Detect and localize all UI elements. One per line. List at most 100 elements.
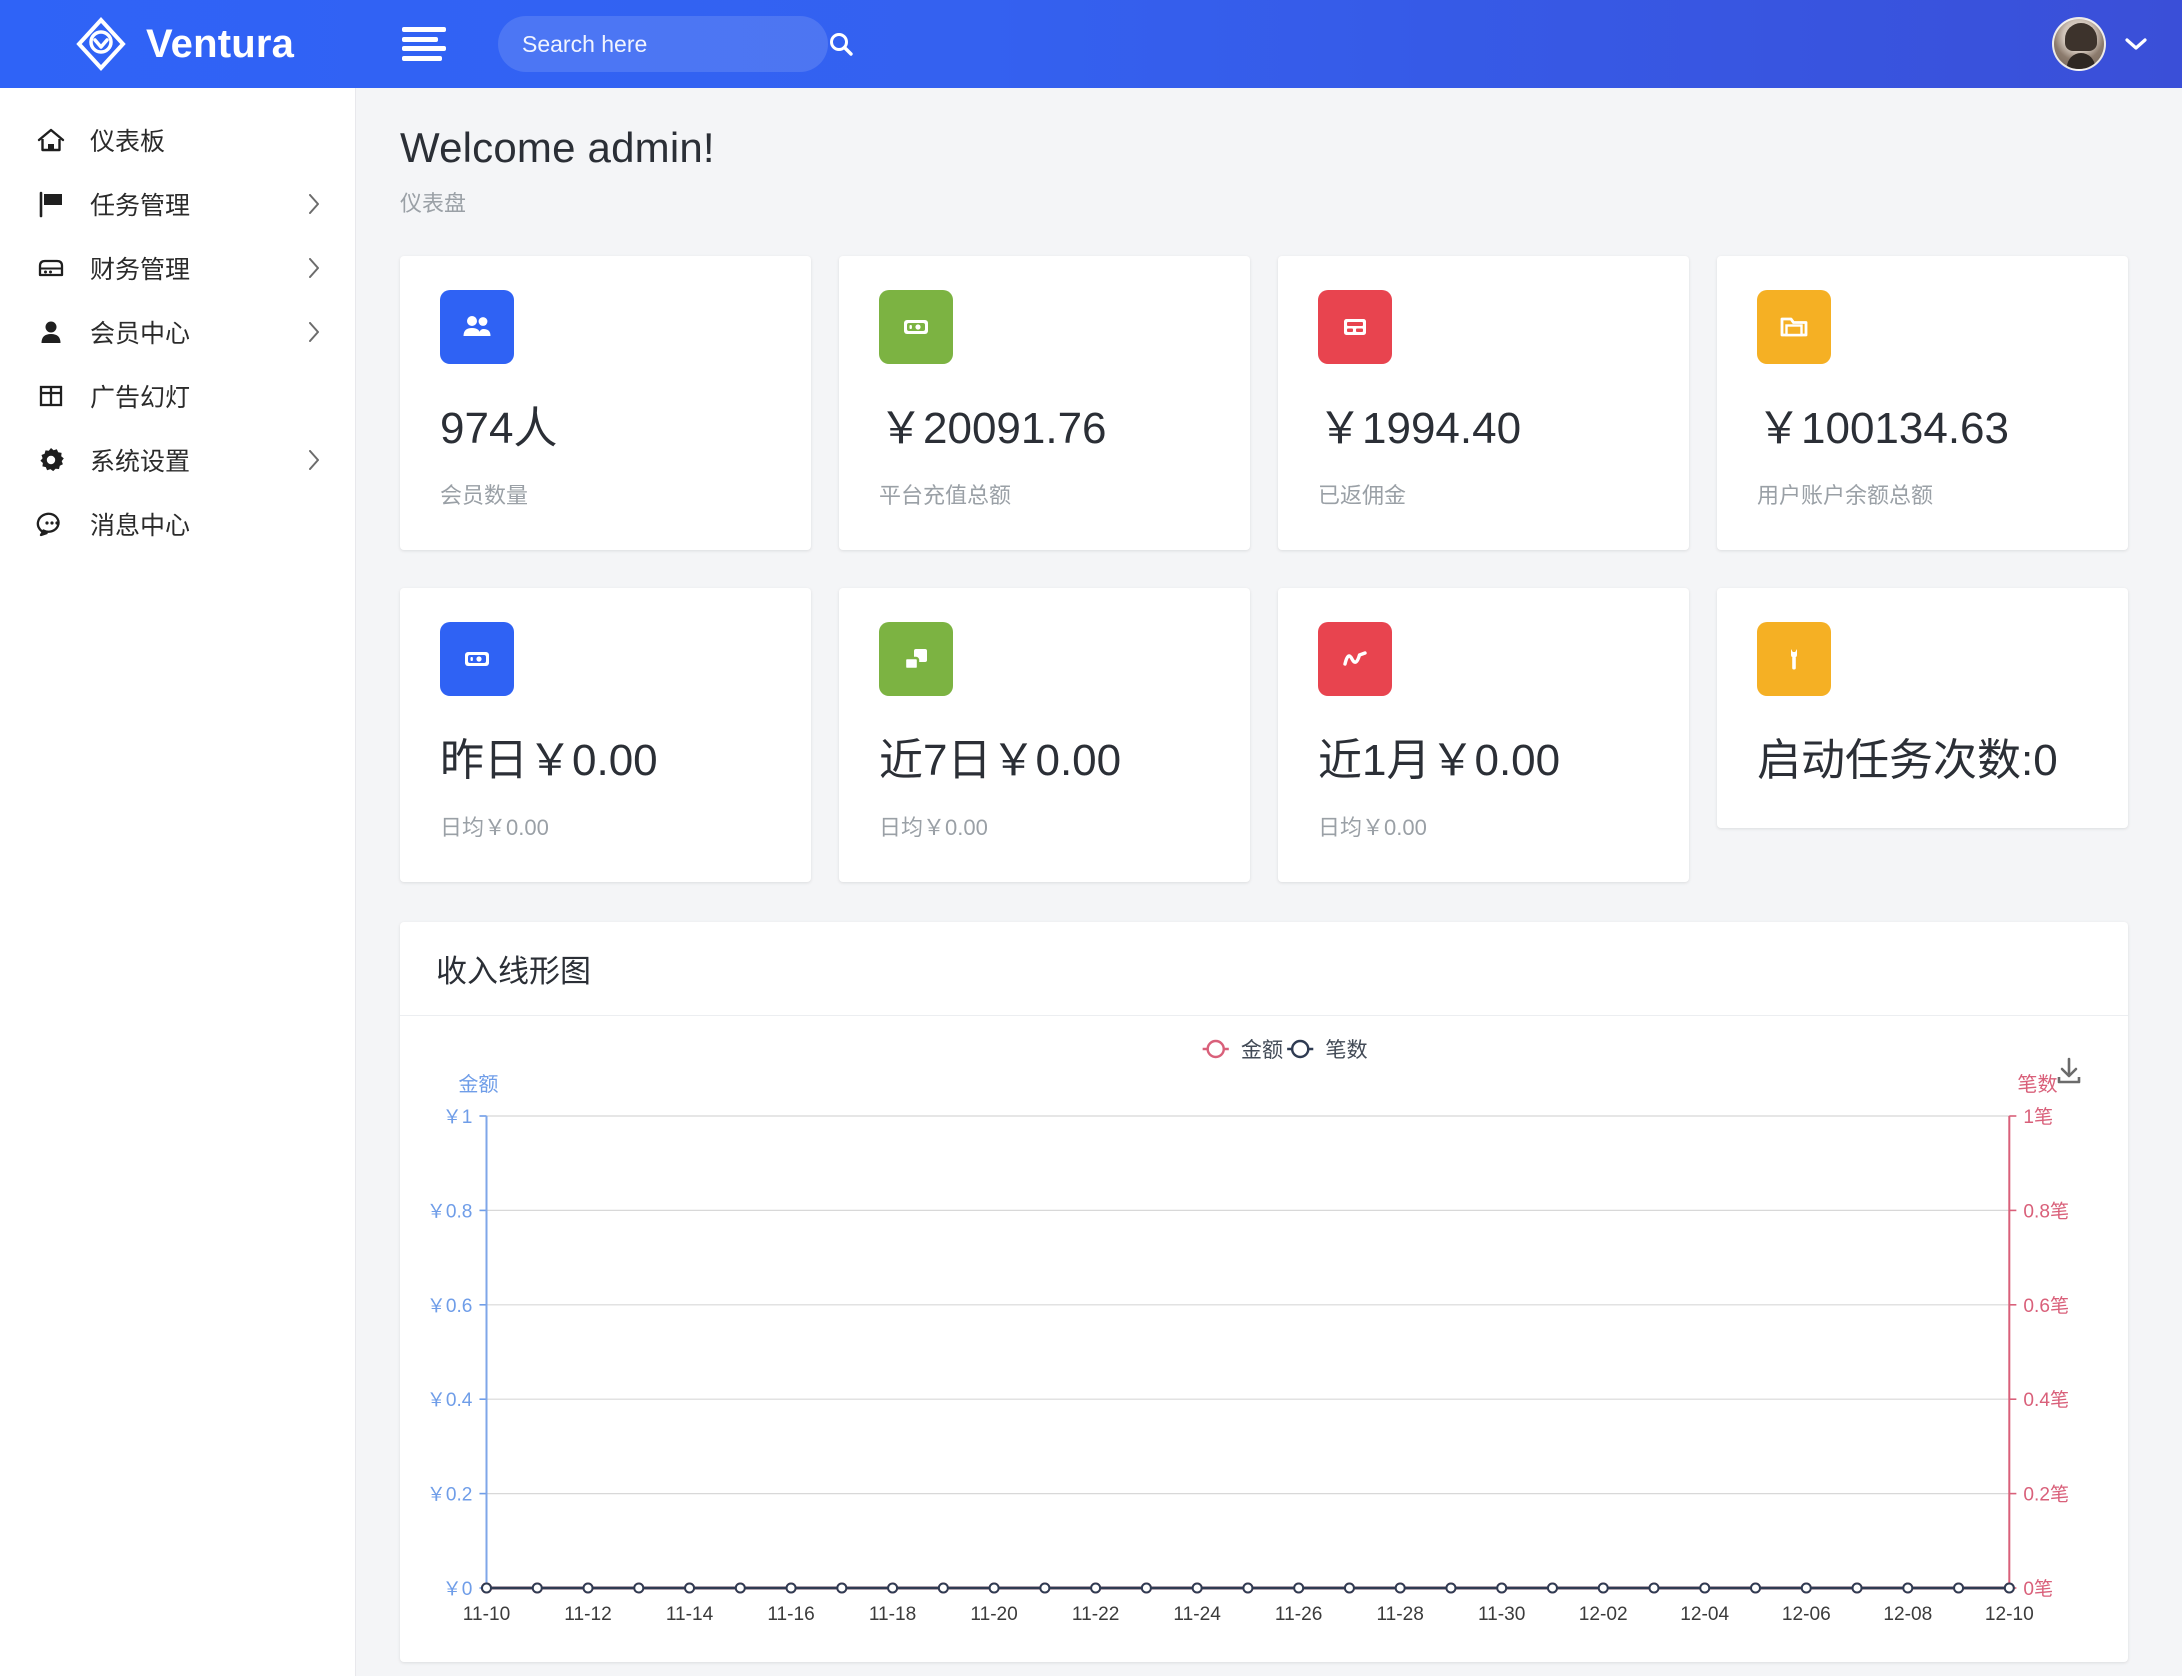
svg-text:11-16: 11-16 [767, 1604, 814, 1625]
stat-value: ￥20091.76 [879, 404, 1107, 453]
sidebar-item-label: 任务管理 [90, 192, 191, 220]
banknote-icon [904, 320, 928, 334]
stat-label: 日均￥0.00 [1318, 815, 1427, 840]
stat-card-yesterday-income[interactable]: 昨日￥0.00 日均￥0.00 [400, 588, 811, 882]
svg-text:11-28: 11-28 [1376, 1604, 1423, 1625]
svg-text:11-12: 11-12 [564, 1604, 611, 1625]
flag-icon [34, 187, 68, 221]
stat-card-user-balance-total[interactable]: ￥100134.63 用户账户余额总额 [1717, 256, 2128, 550]
stat-card-last-7-days-income[interactable]: 近7日￥0.00 日均￥0.00 [839, 588, 1250, 882]
svg-text:12-08: 12-08 [1883, 1604, 1932, 1625]
header-user-menu[interactable] [2052, 17, 2182, 71]
wrench-icon-tile [1757, 622, 1831, 696]
stat-value: 近7日￥0.00 [879, 736, 1122, 785]
sidebar-item-label: 财务管理 [90, 256, 191, 284]
stat-card-task-launch-count[interactable]: 启动任务次数:0 [1717, 588, 2128, 828]
svg-text:0.8笔: 0.8笔 [2023, 1200, 2069, 1222]
chart-series-layer [480, 1582, 2015, 1594]
stat-value: ￥1994.40 [1318, 404, 1522, 453]
svg-text:11-24: 11-24 [1173, 1604, 1221, 1625]
svg-text:11-18: 11-18 [869, 1604, 916, 1625]
svg-text:0.4笔: 0.4笔 [2023, 1389, 2069, 1411]
trend-icon-tile [1318, 622, 1392, 696]
sidebar-item-label: 消息中心 [90, 512, 191, 540]
brand-name: Ventura [146, 21, 295, 66]
search-input[interactable] [522, 30, 818, 58]
sidebar-item-member-center[interactable]: 会员中心 [0, 300, 355, 364]
stat-card-last-month-income[interactable]: 近1月￥0.00 日均￥0.00 [1278, 588, 1689, 882]
svg-text:笔数: 笔数 [1325, 1038, 1367, 1062]
chevron-right-icon[interactable] [307, 257, 321, 279]
user-icon [34, 315, 68, 349]
svg-text:0.2笔: 0.2笔 [2023, 1484, 2069, 1506]
calculator-icon [1344, 319, 1366, 335]
svg-text:12-02: 12-02 [1579, 1604, 1628, 1625]
svg-text:11-20: 11-20 [970, 1604, 1017, 1625]
users-icon-tile [440, 290, 514, 364]
top-header: Ventura [0, 0, 2182, 88]
svg-text:金额: 金额 [1241, 1038, 1283, 1062]
chart-body: 金额 笔数 金额 笔数 ￥0 ￥0.2 ￥0.4 ￥0.6 ￥0.8 ￥1 0笔 0.2笔 0… [400, 1016, 2128, 1660]
layers-icon-tile [879, 622, 953, 696]
svg-text:12-04: 12-04 [1680, 1604, 1729, 1625]
sidebar-item-dashboard[interactable]: 仪表板 [0, 108, 355, 172]
chart-legend[interactable]: 金额 笔数 [1202, 1038, 1368, 1062]
sidebar-item-system-settings[interactable]: 系统设置 [0, 428, 355, 492]
stat-card-platform-recharge-total[interactable]: ￥20091.76 平台充值总额 [839, 256, 1250, 550]
svg-text:11-30: 11-30 [1478, 1604, 1525, 1625]
chevron-right-icon[interactable] [307, 321, 321, 343]
search-box[interactable] [498, 16, 853, 72]
svg-text:11-22: 11-22 [1072, 1604, 1119, 1625]
sidebar-item-message-center[interactable]: 消息中心 [0, 492, 355, 556]
brand-area[interactable]: Ventura [0, 0, 356, 88]
stat-card-row-2: 昨日￥0.00 日均￥0.00 近7日￥0.00 日均￥0.00 近1月￥0.0… [400, 588, 2128, 882]
svg-text:12-10: 12-10 [1985, 1604, 2034, 1625]
users-icon [463, 316, 491, 336]
wrench-icon [1791, 649, 1797, 670]
svg-text:11-10: 11-10 [463, 1604, 510, 1625]
income-line-chart-panel: 收入线形图 金额 笔数 金额 笔数 ￥0 ￥0.2 ￥0.4 ￥0.6 ￥0.8… [400, 922, 2128, 1662]
svg-text:￥1: ￥1 [443, 1107, 473, 1128]
app-root: Ventura Search here 仪表板 任务管理 财务管理 会员中心 广… [0, 0, 2182, 1676]
calculator-icon-tile [1318, 290, 1392, 364]
stat-label: 平台充值总额 [879, 483, 1012, 508]
banknote-icon-tile [879, 290, 953, 364]
stat-value: ￥100134.63 [1757, 404, 2009, 453]
svg-text:12-06: 12-06 [1782, 1604, 1831, 1625]
stat-label: 日均￥0.00 [440, 815, 549, 840]
sidebar-item-label: 系统设置 [90, 448, 191, 476]
stat-card-member-count[interactable]: 974人 会员数量 [400, 256, 811, 550]
sidebar-item-label: 仪表板 [90, 128, 166, 156]
banknote-icon-tile [440, 622, 514, 696]
menu-toggle-button[interactable] [402, 27, 446, 61]
stat-label: 用户账户余额总额 [1757, 483, 1934, 508]
trend-icon [1343, 651, 1367, 666]
stat-card-commission-returned[interactable]: ￥1994.40 已返佣金 [1278, 256, 1689, 550]
svg-text:0.6笔: 0.6笔 [2023, 1295, 2069, 1317]
sidebar-item-task-management[interactable]: 任务管理 [0, 172, 355, 236]
page-title: Welcome admin! [400, 124, 715, 171]
chart-gridlines [486, 1115, 2010, 1495]
stat-value: 974人 [440, 404, 558, 453]
svg-text:￥0: ￥0 [443, 1579, 473, 1600]
folder-icon [1780, 317, 1808, 337]
avatar[interactable] [2052, 17, 2106, 71]
chevron-right-icon[interactable] [307, 449, 321, 471]
download-icon[interactable] [2052, 1054, 2086, 1088]
chart-title: 收入线形图 [436, 954, 591, 989]
chevron-down-icon[interactable] [2124, 36, 2148, 52]
chevron-right-icon[interactable] [307, 193, 321, 215]
chat-icon [34, 507, 68, 541]
gear-icon [34, 443, 68, 477]
home-icon [34, 123, 68, 157]
left-axis-name: 金额 [458, 1073, 498, 1096]
income-line-chart[interactable]: 金额 笔数 金额 笔数 ￥0￥0.2￥0.4￥0.6￥0.8￥1 0笔0.2笔0… [400, 1016, 2128, 1660]
search-icon[interactable] [828, 31, 854, 57]
sidebar-item-finance-management[interactable]: 财务管理 [0, 236, 355, 300]
svg-text:￥0.8: ￥0.8 [427, 1201, 473, 1222]
sidebar: 仪表板 任务管理 财务管理 会员中心 广告幻灯 系统设置 消息中心 [0, 88, 356, 1676]
folder-icon-tile [1757, 290, 1831, 364]
stat-label: 已返佣金 [1318, 483, 1407, 508]
x-axis-tick-labels: 11-10 11-12 11-14 11-16 11-18 11-20 11-22 11-24… [463, 1604, 2034, 1625]
sidebar-item-ad-slides[interactable]: 广告幻灯 [0, 364, 355, 428]
